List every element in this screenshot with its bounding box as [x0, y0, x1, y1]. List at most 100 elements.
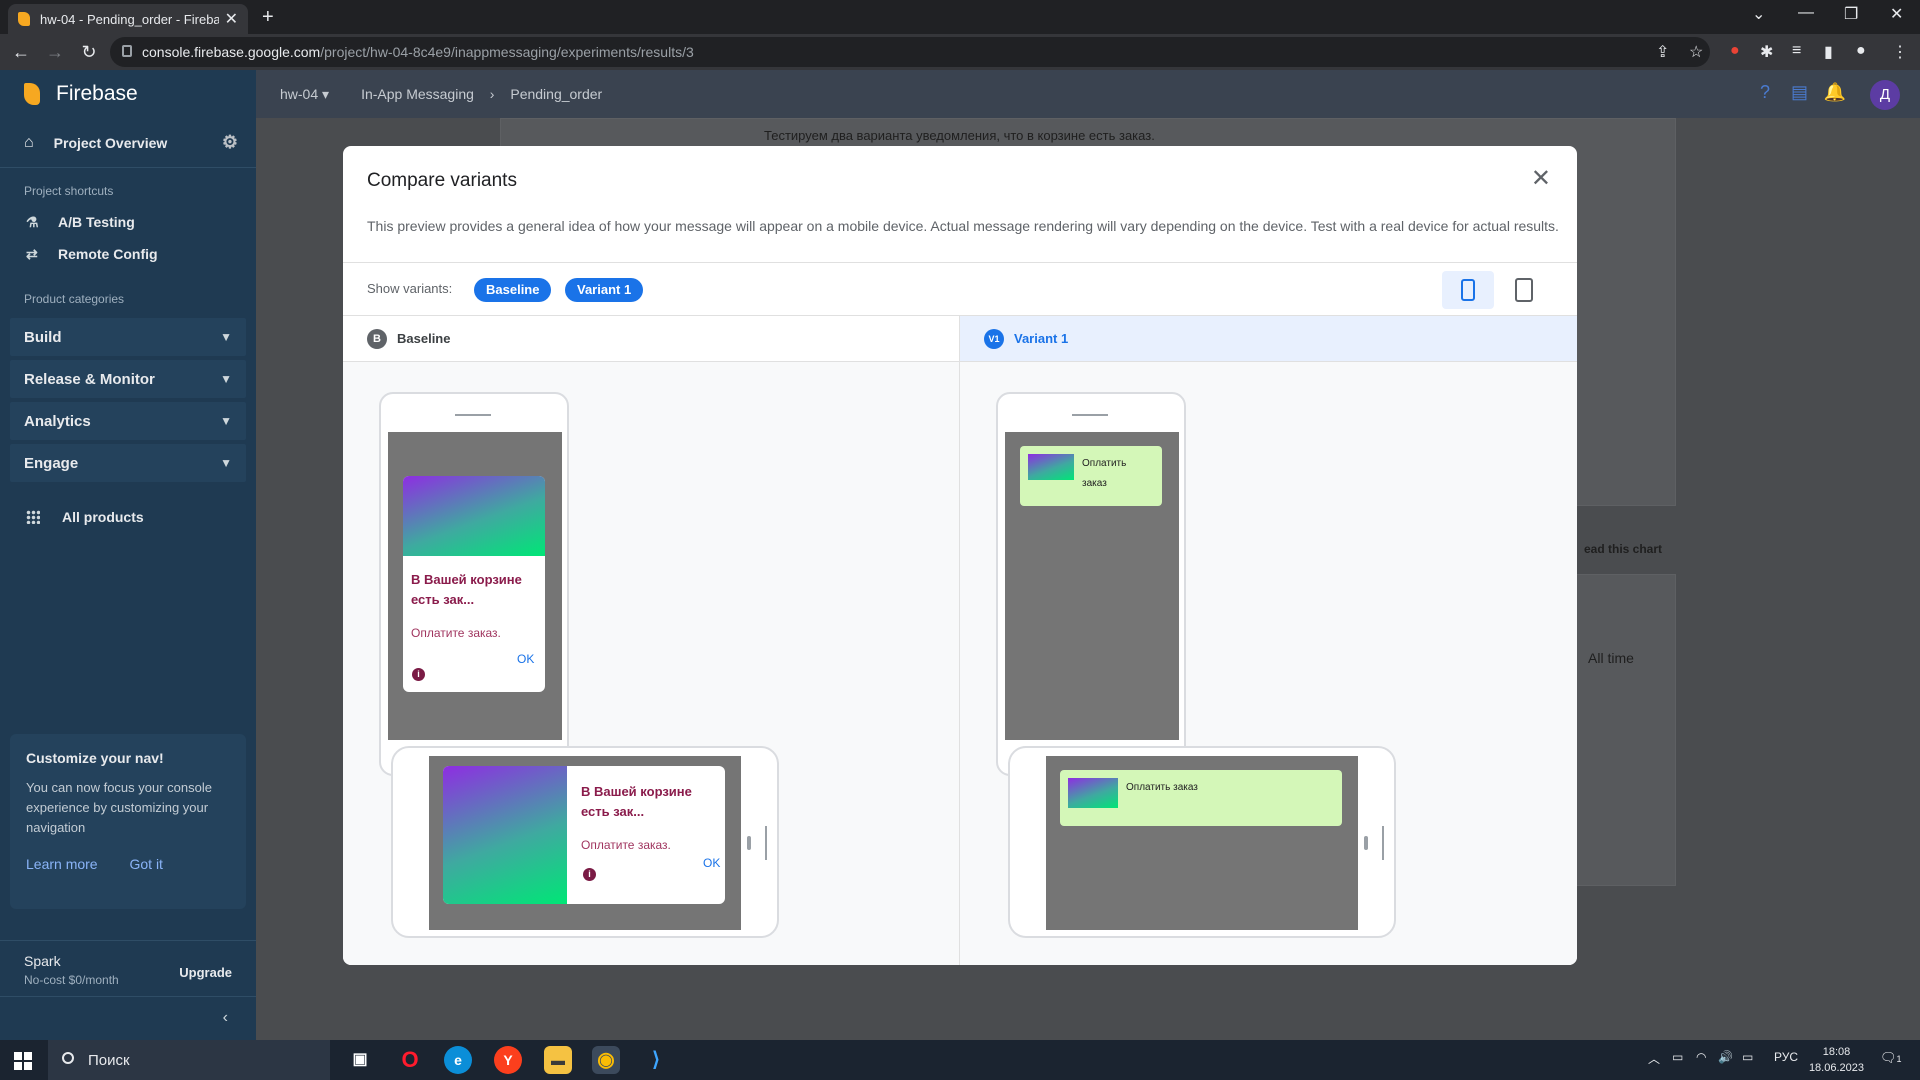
- learn-more-link[interactable]: Learn more: [26, 856, 98, 872]
- breadcrumb-chevron-icon: ›: [489, 86, 495, 102]
- tray-keyboard-icon[interactable]: ▭: [1672, 1050, 1683, 1064]
- message-body: Оплатите заказ.: [411, 626, 501, 640]
- sidebar-category-build[interactable]: Build ▼: [10, 318, 246, 356]
- banner-image: [1028, 454, 1074, 480]
- browser-tab[interactable]: hw-04 - Pending_order - Firebase ✕: [8, 4, 248, 34]
- search-placeholder: Поиск: [88, 1051, 130, 1069]
- show-variants-label: Show variants:: [367, 281, 453, 296]
- project-overview-link[interactable]: ⌂ Project Overview ⚙: [0, 118, 256, 168]
- language-indicator[interactable]: РУС: [1774, 1050, 1798, 1064]
- network-icon[interactable]: ◠: [1696, 1050, 1706, 1064]
- tab-search-icon[interactable]: ⌄: [1752, 4, 1765, 24]
- sidebar-category-release-monitor[interactable]: Release & Monitor ▼: [10, 360, 246, 398]
- phone-button: [747, 836, 751, 850]
- time-range-selector[interactable]: All time: [1588, 650, 1634, 666]
- firebase-flame-icon: [24, 83, 40, 105]
- chevron-down-icon: ▼: [220, 372, 232, 386]
- bookmark-star-icon[interactable]: ☆: [1689, 42, 1703, 62]
- ab-testing-icon: ⚗: [26, 213, 39, 230]
- baseline-chip[interactable]: Baseline: [474, 278, 552, 302]
- tablet-view-button[interactable]: [1498, 271, 1550, 309]
- avatar[interactable]: Д: [1870, 80, 1900, 110]
- back-icon[interactable]: ←: [8, 42, 34, 63]
- feedback-icon[interactable]: ▤: [1791, 82, 1808, 103]
- baseline-badge: B: [367, 328, 387, 349]
- notification-count: 1: [1896, 1054, 1902, 1064]
- close-icon[interactable]: ✕: [1531, 164, 1551, 193]
- volume-icon[interactable]: 🔊: [1718, 1050, 1733, 1064]
- chrome-menu-icon[interactable]: ⋮: [1892, 42, 1908, 62]
- screen: { "browser": { "tab_title": "hw-04 - Pen…: [0, 0, 1920, 1080]
- compare-variants-dialog: Compare variants ✕ This preview provides…: [343, 146, 1577, 965]
- upgrade-button[interactable]: Upgrade: [179, 965, 232, 980]
- minimize-icon[interactable]: —: [1798, 4, 1814, 22]
- url-path: /project/hw-04-8c4e9/inappmessaging/expe…: [320, 44, 694, 60]
- edge-icon[interactable]: e: [444, 1046, 472, 1074]
- notifications-bell-icon[interactable]: 🔔: [1824, 82, 1846, 103]
- chart-help-link[interactable]: ead this chart: [1584, 542, 1662, 556]
- info-icon: i: [583, 868, 596, 881]
- got-it-button[interactable]: Got it: [129, 856, 162, 872]
- extension-icon[interactable]: ●: [1730, 42, 1740, 60]
- chrome-icon[interactable]: ◉: [592, 1046, 620, 1074]
- sidebar-item-remote-config[interactable]: ⇄ Remote Config: [0, 238, 256, 270]
- firebase-logo[interactable]: Firebase: [0, 70, 256, 118]
- home-icon: ⌂: [24, 133, 34, 151]
- clock-date: 18.06.2023: [1808, 1062, 1864, 1074]
- message-image: [443, 766, 567, 904]
- settings-gear-icon[interactable]: ⚙: [222, 132, 238, 153]
- phone-speaker: [1072, 414, 1108, 416]
- phone-speaker: [455, 414, 491, 416]
- customize-body: You can now focus your console experienc…: [26, 780, 212, 835]
- phone-view-button[interactable]: [1442, 271, 1494, 309]
- close-window-icon[interactable]: ✕: [1890, 4, 1903, 24]
- project-name: hw-04: [280, 85, 319, 102]
- profile-icon[interactable]: ●: [1856, 42, 1866, 60]
- firebase-sidebar: Firebase ⌂ Project Overview ⚙ Project sh…: [0, 70, 256, 1040]
- extensions-puzzle-icon[interactable]: ✱: [1760, 42, 1773, 62]
- battery-icon[interactable]: ▭: [1742, 1050, 1753, 1064]
- variant1-chip[interactable]: Variant 1: [565, 278, 644, 302]
- sidebar-item-ab-testing[interactable]: ⚗ A/B Testing: [0, 206, 256, 238]
- message-ok-button[interactable]: OK: [703, 856, 720, 870]
- new-tab-icon[interactable]: +: [262, 6, 274, 29]
- sidebar-category-engage[interactable]: Engage ▼: [10, 444, 246, 482]
- forward-icon[interactable]: →: [42, 42, 68, 63]
- breadcrumb: In-App Messaging › Pending_order: [361, 86, 602, 102]
- taskbar-clock[interactable]: 18:08 18.06.2023: [1809, 1044, 1864, 1076]
- message-ok-button[interactable]: OK: [517, 652, 534, 666]
- restore-icon[interactable]: ❐: [1844, 4, 1858, 24]
- variant1-landscape-phone: Оплатить заказ: [1008, 746, 1396, 938]
- reading-list-icon[interactable]: ≡: [1792, 42, 1801, 60]
- category-label: Engage: [24, 454, 79, 472]
- banner-image: [1068, 778, 1118, 808]
- share-icon[interactable]: ⇪: [1656, 42, 1669, 62]
- help-icon[interactable]: ?: [1760, 82, 1770, 103]
- experiment-description: Тестируем два варианта уведомления, что …: [764, 128, 1155, 143]
- all-products-link[interactable]: All products: [0, 496, 256, 538]
- sidebar-item-label: A/B Testing: [58, 214, 135, 230]
- category-label: Analytics: [24, 412, 91, 430]
- phone-button: [1364, 836, 1368, 850]
- breadcrumb-item[interactable]: In-App Messaging: [361, 86, 474, 102]
- baseline-name: Baseline: [397, 331, 451, 346]
- file-explorer-icon[interactable]: ▬: [544, 1046, 572, 1074]
- tray-chevron-icon[interactable]: ︿: [1648, 1050, 1660, 1067]
- close-tab-icon[interactable]: ✕: [225, 9, 238, 29]
- windows-start-icon[interactable]: [14, 1052, 32, 1070]
- collapse-sidebar-icon[interactable]: ‹: [0, 996, 256, 1040]
- opera-icon[interactable]: O: [396, 1046, 424, 1074]
- vscode-icon[interactable]: ⟩: [642, 1046, 670, 1074]
- sidebar-category-analytics[interactable]: Analytics ▼: [10, 402, 246, 440]
- browser-tab-strip: hw-04 - Pending_order - Firebase ✕ + ⌄ —…: [0, 0, 1920, 34]
- task-view-icon[interactable]: ▣: [346, 1046, 374, 1074]
- yandex-icon[interactable]: Y: [494, 1046, 522, 1074]
- reload-icon[interactable]: ↻: [76, 42, 102, 63]
- side-panel-icon[interactable]: ▮: [1824, 42, 1833, 62]
- taskbar-search[interactable]: Поиск: [48, 1040, 330, 1080]
- address-bar[interactable]: console.firebase.google.com /project/hw-…: [110, 37, 1710, 67]
- project-selector[interactable]: hw-04 ▾: [280, 86, 329, 103]
- all-products-label: All products: [62, 509, 144, 525]
- baseline-column-header: B Baseline: [343, 316, 959, 362]
- notifications-icon[interactable]: 🗨1: [1880, 1050, 1902, 1066]
